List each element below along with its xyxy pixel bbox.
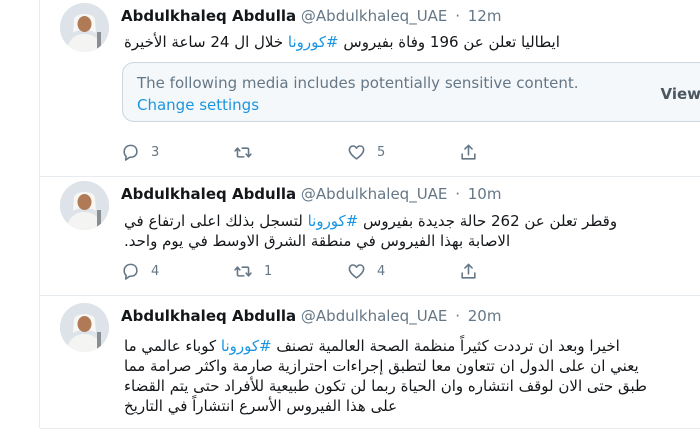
author-name[interactable]: Abdulkhaleq Abdulla [121, 7, 296, 25]
separator-dot: · [455, 185, 460, 203]
share-button[interactable] [459, 261, 478, 281]
text-segment: خلال ال 24 ساعة الأخيرة [124, 33, 288, 51]
text-segment: طبق حتى الان لوقف انتشاره وان الحياة ربم… [124, 377, 647, 395]
tweet-timeline: Abdulkhaleq Abdulla @Abdulkhaleq_UAE · 1… [39, 0, 700, 429]
retweet-button[interactable] [233, 142, 264, 162]
separator-dot: · [455, 7, 460, 25]
tweet-text: ايطاليا تعلن عن 196 وفاة بفيروس #كورونا … [124, 32, 684, 52]
tweet-line: يعني ان على الدول ان تتعاون معا لتطبق إج… [124, 356, 684, 376]
tweet-line: اخيرا وبعد ان ترددت كثيراً منظمة الصحة ا… [124, 336, 684, 356]
tweet[interactable]: Abdulkhaleq Abdulla @Abdulkhaleq_UAE · 2… [40, 296, 700, 429]
sensitive-media-warning: The following media includes potentially… [122, 62, 700, 122]
author-handle[interactable]: @Abdulkhaleq_UAE [301, 185, 448, 203]
view-media-button[interactable]: View [660, 85, 700, 103]
text-segment: ايطاليا تعلن عن 196 وفاة بفيروس [338, 33, 560, 51]
tweet-line: الاصابة بهذا الفيروس في منطقة الشرق الاو… [124, 231, 684, 251]
hashtag-link[interactable]: #كورونا [288, 33, 339, 51]
text-segment: لتسجل بذلك اعلى ارتفاع في [124, 212, 308, 230]
text-segment: يعني ان على الدول ان تتعاون معا لتطبق إج… [124, 357, 639, 375]
avatar[interactable] [60, 3, 109, 52]
author-handle[interactable]: @Abdulkhaleq_UAE [301, 307, 448, 325]
retweet-button[interactable]: 1 [233, 261, 272, 281]
tweet-header: Abdulkhaleq Abdulla @Abdulkhaleq_UAE · 2… [121, 305, 501, 327]
hashtag-link[interactable]: #كورونا [221, 337, 272, 355]
tweet[interactable]: Abdulkhaleq Abdulla @Abdulkhaleq_UAE · 1… [40, 0, 700, 177]
tweet-time[interactable]: 10m [468, 185, 502, 203]
avatar[interactable] [60, 181, 109, 230]
separator-dot: · [455, 307, 460, 325]
tweet-text: وقطر تعلن عن 262 حالة جديدة بفيروس #كورو… [124, 211, 684, 251]
reply-count: 4 [151, 263, 160, 279]
share-button[interactable] [459, 142, 478, 162]
retweet-icon [234, 265, 252, 277]
like-count: 5 [377, 144, 386, 160]
sensitive-media-text: The following media includes potentially… [137, 74, 579, 92]
reply-button[interactable]: 3 [121, 142, 159, 162]
like-button[interactable]: 5 [347, 142, 385, 162]
share-icon [461, 144, 476, 160]
tweet-line: طبق حتى الان لوقف انتشاره وان الحياة ربم… [124, 376, 684, 396]
text-segment: الاصابة بهذا الفيروس في منطقة الشرق الاو… [124, 232, 511, 250]
heart-icon [348, 144, 365, 160]
hashtag-link[interactable]: #كورونا [308, 212, 359, 230]
text-segment: على هذا الفيروس الأسرع انتشاراً في التار… [124, 397, 398, 415]
heart-icon [348, 263, 365, 279]
tweet-line: ايطاليا تعلن عن 196 وفاة بفيروس #كورونا … [124, 32, 684, 52]
share-icon [461, 263, 476, 279]
avatar[interactable] [60, 303, 109, 352]
text-segment: اخيرا وبعد ان ترددت كثيراً منظمة الصحة ا… [271, 337, 620, 355]
change-settings-link[interactable]: Change settings [137, 96, 259, 115]
tweet-line: على هذا الفيروس الأسرع انتشاراً في التار… [124, 396, 684, 416]
author-name[interactable]: Abdulkhaleq Abdulla [121, 185, 296, 203]
reply-icon [123, 263, 138, 280]
reply-icon [123, 144, 138, 161]
tweet-time[interactable]: 20m [468, 307, 502, 325]
tweet-time[interactable]: 12m [468, 7, 502, 25]
text-segment: كوباء عالمي ما [124, 337, 221, 355]
tweet-line: وقطر تعلن عن 262 حالة جديدة بفيروس #كورو… [124, 211, 684, 231]
tweet-header: Abdulkhaleq Abdulla @Abdulkhaleq_UAE · 1… [121, 5, 501, 27]
tweet[interactable]: Abdulkhaleq Abdulla @Abdulkhaleq_UAE · 1… [40, 177, 700, 296]
reply-button[interactable]: 4 [121, 261, 159, 281]
retweet-icon [234, 146, 252, 158]
like-button[interactable]: 4 [347, 261, 385, 281]
tweet-header: Abdulkhaleq Abdulla @Abdulkhaleq_UAE · 1… [121, 183, 501, 205]
reply-count: 3 [151, 144, 160, 160]
author-name[interactable]: Abdulkhaleq Abdulla [121, 307, 296, 325]
author-handle[interactable]: @Abdulkhaleq_UAE [301, 7, 448, 25]
text-segment: وقطر تعلن عن 262 حالة جديدة بفيروس [358, 212, 618, 230]
tweet-text: اخيرا وبعد ان ترددت كثيراً منظمة الصحة ا… [124, 336, 684, 416]
retweet-count: 1 [264, 263, 273, 279]
like-count: 4 [377, 263, 386, 279]
